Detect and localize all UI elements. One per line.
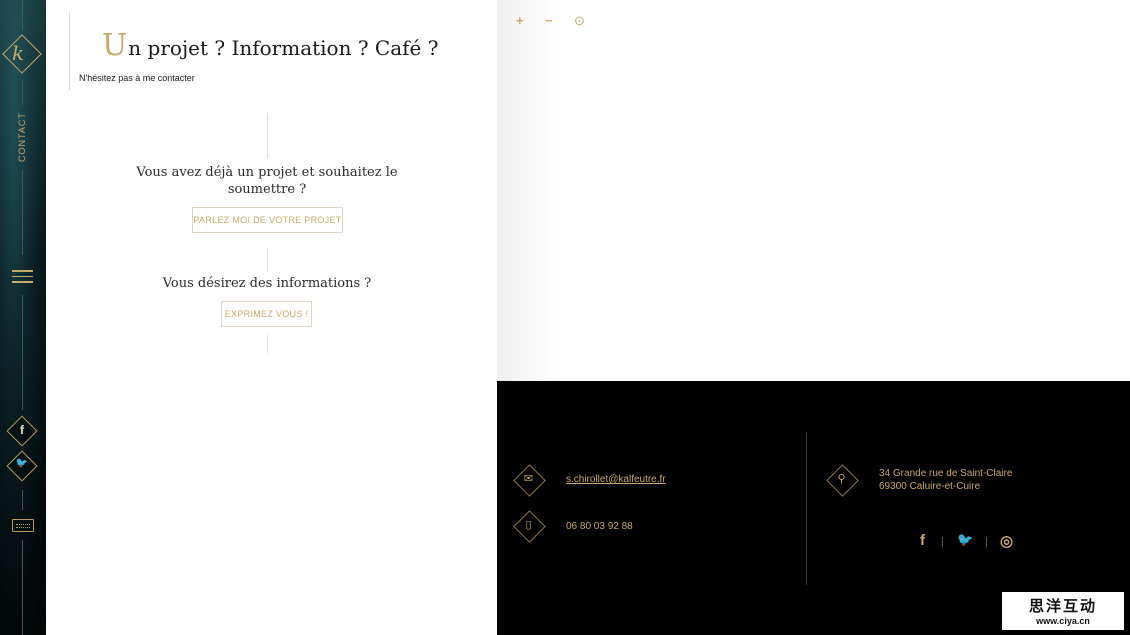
sidebar-divider — [22, 490, 23, 510]
social-divider — [986, 537, 987, 547]
zoom-in-icon[interactable]: + — [516, 13, 524, 28]
location-pin-icon: ⚲ — [837, 473, 846, 485]
mail-icon: ✉ — [523, 473, 534, 485]
zoom-out-icon[interactable]: − — [545, 13, 553, 28]
map-shadow — [497, 0, 567, 381]
watermark-chinese: 思洋互动 — [1028, 598, 1097, 615]
watermark: 思洋互动 www.ciya.cn — [1002, 592, 1124, 630]
social-divider — [942, 537, 943, 547]
title-dropcap: U — [102, 28, 128, 63]
sidebar-divider — [22, 295, 23, 410]
sidebar-divider — [22, 170, 23, 255]
locate-icon[interactable]: ⊙ — [574, 13, 585, 29]
twitter-icon[interactable]: 🐦 — [14, 458, 30, 469]
facebook-icon[interactable]: f — [14, 423, 30, 437]
title-text: n projet ? Information ? Café ? — [128, 36, 439, 60]
keyboard-icon[interactable] — [12, 519, 34, 532]
phone-number[interactable]: 06 80 03 92 88 — [566, 520, 633, 533]
contact-panel: Un projet ? Information ? Café ? N'hésit… — [46, 0, 497, 635]
section-divider — [267, 248, 268, 272]
address-line-2: 69300 Caluire-et-Cuire — [879, 481, 981, 492]
phone-icon: ▯ — [525, 519, 532, 531]
hamburger-icon[interactable] — [12, 266, 33, 287]
watermark-url: www.ciya.cn — [1036, 616, 1090, 626]
section-divider — [267, 335, 268, 353]
sidebar: k CONTACT f 🐦 — [0, 0, 46, 635]
sidebar-divider — [22, 540, 23, 635]
section-label: CONTACT — [17, 112, 27, 162]
sidebar-divider — [22, 80, 23, 105]
project-question: Vous avez déjà un projet et souhaitez le… — [136, 165, 398, 197]
twitter-icon[interactable]: 🐦 — [957, 532, 973, 548]
info-question: Vous désirez des informations ? — [162, 276, 372, 291]
info-button[interactable]: EXPRIMEZ VOUS ! — [221, 301, 312, 327]
page-title: Un projet ? Information ? Café ? — [102, 28, 438, 63]
facebook-icon[interactable]: f — [920, 532, 925, 549]
sidebar-divider — [22, 0, 23, 30]
title-divider — [69, 12, 70, 90]
page-subtitle: N'hésitez pas à me contacter — [79, 73, 195, 83]
address-line-1: 34 Grande rue de Saint-Claire — [879, 468, 1013, 479]
footer-divider — [806, 432, 807, 585]
project-button[interactable]: PARLEZ MOI DE VOTRE PROJET — [192, 207, 343, 233]
logo[interactable]: k — [12, 41, 24, 65]
map[interactable]: + − ⊙ — [497, 0, 1130, 381]
section-divider — [267, 113, 268, 158]
instagram-icon[interactable]: ◎ — [1000, 532, 1013, 550]
email-link[interactable]: s.chirollet@kalfeutre.fr — [566, 473, 666, 486]
